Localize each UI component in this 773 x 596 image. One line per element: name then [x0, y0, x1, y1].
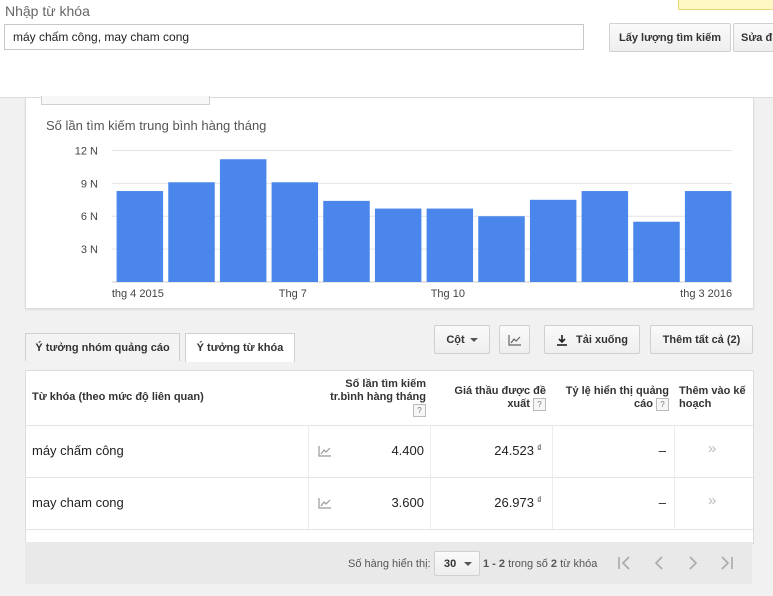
chart-bar	[581, 191, 629, 282]
col-divider	[308, 425, 309, 529]
chart-bar	[271, 182, 319, 282]
line-chart-icon[interactable]	[318, 497, 332, 509]
keyword-input-label: Nhập từ khóa	[5, 3, 90, 19]
next-page-icon[interactable]	[686, 556, 700, 570]
edit-button[interactable]: Sửa đ	[733, 23, 773, 52]
header-volume[interactable]: Số lần tìm kiếm tr.bình hàng tháng ?	[316, 378, 426, 417]
header-keyword[interactable]: Từ khóa (theo mức độ liên quan)	[32, 391, 204, 403]
chart-bar	[529, 199, 577, 282]
notification-tooltip	[678, 0, 773, 10]
currency-symbol: ₫	[537, 443, 542, 453]
columns-label: Cột	[446, 333, 465, 346]
add-to-plan-icon[interactable]: »	[708, 492, 716, 509]
keyword-input[interactable]: máy chấm công, may cham cong	[4, 24, 584, 50]
col-divider	[552, 425, 553, 529]
chart-mode-tab[interactable]	[41, 96, 210, 105]
chart-bar	[426, 208, 474, 282]
download-label: Tải xuống	[576, 333, 628, 346]
header-add-to-plan: Thêm vào kế hoạch	[679, 385, 751, 411]
chart-view-button[interactable]	[499, 325, 530, 354]
chart-bar	[219, 159, 267, 282]
chart-bar	[168, 182, 215, 282]
chart-bar	[323, 200, 370, 282]
row-volume: 4.400	[391, 443, 424, 458]
chart-title: Số lần tìm kiếm trung bình hàng tháng	[46, 118, 267, 133]
add-to-plan-icon[interactable]: »	[708, 440, 716, 457]
help-icon[interactable]: ?	[413, 404, 426, 417]
tab-ad-group-ideas[interactable]: Ý tưởng nhóm quảng cáo	[25, 333, 180, 361]
prev-page-icon[interactable]	[652, 556, 666, 570]
header-impression-share[interactable]: Tỷ lệ hiển thị quảng cáo ?	[554, 385, 669, 411]
row-divider	[26, 425, 753, 426]
rows-per-page-label: Số hàng hiển thị:	[348, 558, 431, 570]
page-range: 1 - 2	[483, 558, 506, 570]
line-chart-icon	[507, 334, 521, 346]
dropdown-arrow-icon	[464, 561, 473, 566]
of-text: trong số	[508, 558, 548, 570]
keyword-table: Từ khóa (theo mức độ liên quan) Số lần t…	[25, 370, 754, 544]
pagination-summary: 1 - 2 trong số 2 từ khóa	[483, 558, 597, 570]
rows-per-page-select[interactable]: 30	[434, 551, 480, 576]
header-share-line2: cáo	[633, 398, 653, 410]
row-bid: 24.523	[494, 443, 534, 458]
volume-bar-chart: 3 N 6 N 9 N 12 N thg 4 2015 Thg 7 Thg 10 thg 3 …	[75, 145, 732, 300]
x-tick-label: Thg 10	[431, 288, 465, 300]
row-keyword: máy chấm công	[32, 443, 124, 458]
currency-symbol: ₫	[537, 495, 542, 505]
header-add-line1: Thêm vào kế	[679, 385, 746, 397]
y-tick-label: 12 N	[75, 145, 98, 157]
chart-bar	[633, 221, 680, 282]
col-divider	[430, 425, 431, 529]
rows-per-page-value: 30	[444, 557, 457, 570]
header-volume-line2: tr.bình hàng tháng	[330, 391, 426, 403]
add-all-button[interactable]: Thêm tất cả (2)	[650, 325, 753, 354]
header-share-line1: Tỷ lệ hiển thị quảng	[565, 385, 669, 397]
help-icon[interactable]: ?	[656, 398, 669, 411]
y-tick-label: 6 N	[81, 211, 98, 223]
chart-bar	[116, 191, 164, 282]
row-bid: 26.973	[494, 495, 534, 510]
header-bid-line2: xuất	[507, 398, 530, 410]
row-divider	[26, 477, 753, 478]
columns-button[interactable]: Cột	[434, 325, 490, 354]
get-volume-button[interactable]: Lấy lượng tìm kiếm	[609, 23, 731, 52]
y-tick-label: 9 N	[81, 178, 98, 190]
pagination-bar: Số hàng hiển thị: 30 1 - 2 trong số 2 từ…	[25, 542, 752, 584]
header-volume-line1: Số lần tìm kiếm	[345, 378, 426, 390]
row-divider	[26, 529, 753, 530]
row-keyword: may cham cong	[32, 495, 124, 510]
row-impression-share: –	[658, 495, 666, 510]
row-impression-share: –	[658, 443, 666, 458]
help-icon[interactable]: ?	[533, 398, 546, 411]
unit-text: từ khóa	[560, 558, 598, 570]
download-icon	[557, 334, 568, 346]
x-tick-label: Thg 7	[279, 288, 307, 300]
download-button[interactable]: Tải xuống	[544, 325, 640, 354]
header-bid-line1: Giá thầu được đề	[454, 385, 546, 397]
first-page-icon[interactable]	[617, 556, 631, 570]
y-tick-label: 3 N	[81, 244, 98, 256]
x-tick-label: thg 3 2016	[680, 288, 732, 300]
chart-bar	[478, 216, 525, 282]
header-add-line2: hoạch	[679, 398, 712, 410]
tab-keyword-ideas[interactable]: Ý tưởng từ khóa	[185, 333, 295, 362]
col-divider	[674, 425, 675, 529]
chart-bar	[684, 191, 732, 282]
dropdown-arrow-icon	[469, 337, 478, 342]
chart-bar	[374, 208, 422, 282]
row-volume: 3.600	[391, 495, 424, 510]
x-tick-label: thg 4 2015	[112, 288, 164, 300]
total-count: 2	[550, 558, 558, 570]
last-page-icon[interactable]	[720, 556, 734, 570]
header-bid[interactable]: Giá thầu được đề xuất ?	[436, 385, 546, 411]
line-chart-icon[interactable]	[318, 445, 332, 457]
